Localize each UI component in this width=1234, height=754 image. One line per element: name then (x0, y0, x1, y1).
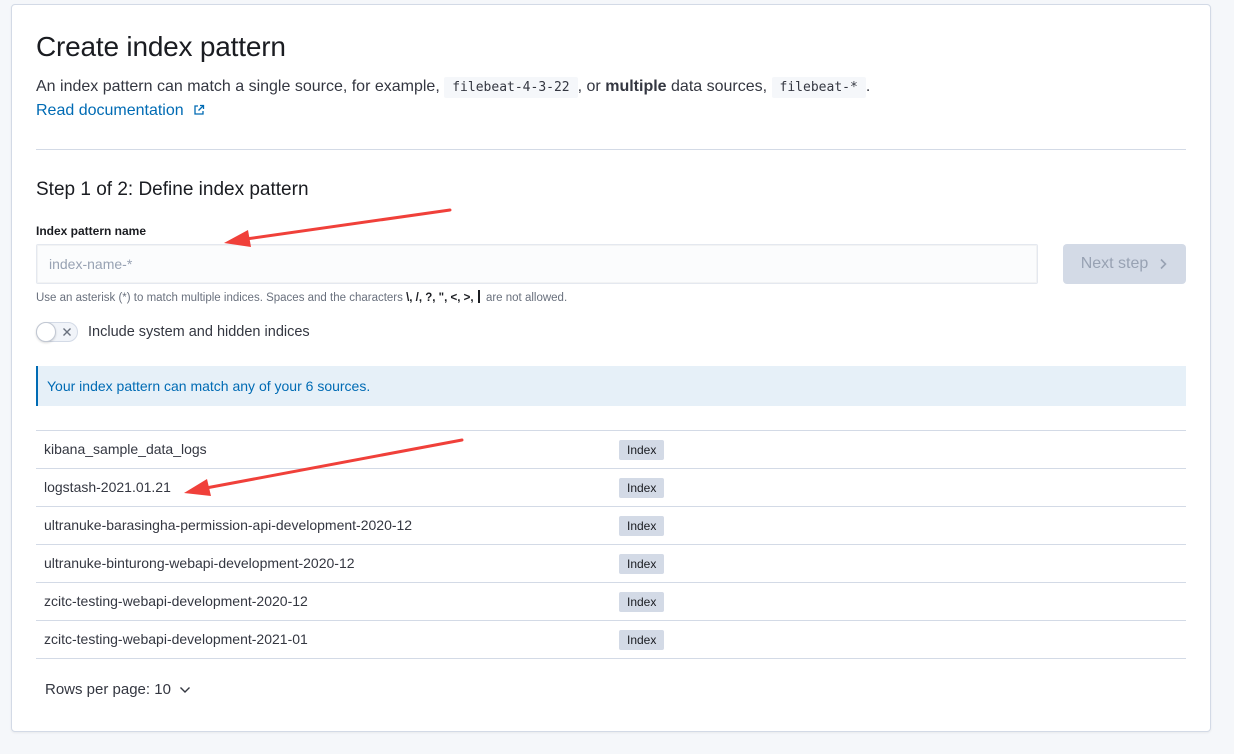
description-bold: multiple (605, 78, 667, 95)
read-documentation-link[interactable]: Read documentation (36, 102, 205, 120)
table-row: zcitc-testing-webapi-development-2021-01… (36, 621, 1186, 659)
index-pattern-name-input[interactable] (36, 244, 1038, 284)
table-row: ultranuke-binturong-webapi-development-2… (36, 545, 1186, 583)
index-name: logstash-2021.01.21 (44, 479, 171, 495)
index-name: ultranuke-binturong-webapi-development-2… (44, 555, 355, 571)
index-type-badge: Index (619, 440, 665, 460)
chevron-down-icon (179, 686, 190, 693)
table-row: kibana_sample_data_logs Index (36, 431, 1186, 469)
include-hidden-indices-label[interactable]: Include system and hidden indices (88, 324, 310, 340)
index-pattern-name-label: Index pattern name (36, 224, 147, 238)
toggle-knob (36, 322, 56, 342)
index-type-badge: Index (619, 630, 665, 650)
callout-text: Your index pattern can match any of your… (47, 378, 371, 394)
rows-per-page-selector[interactable]: Rows per page: 10 (45, 681, 191, 698)
pipe-char-glyph (477, 290, 480, 303)
external-link-icon (194, 104, 205, 115)
description-prefix: An index pattern can match a single sour… (36, 78, 440, 95)
page-description: An index pattern can match a single sour… (36, 77, 871, 98)
example-multiple-sources: filebeat-* (771, 77, 866, 98)
next-step-button[interactable]: Next step (1063, 244, 1186, 284)
description-middle: , or (577, 78, 601, 95)
input-help-text: Use an asterisk (*) to match multiple in… (36, 290, 567, 304)
index-name: zcitc-testing-webapi-development-2020-12 (44, 593, 308, 609)
page-title: Create index pattern (36, 31, 286, 62)
index-type-badge: Index (619, 592, 665, 612)
help-prefix: Use an asterisk (*) to match multiple in… (36, 292, 403, 304)
create-index-pattern-panel: Create index pattern An index pattern ca… (11, 4, 1211, 732)
index-type-badge: Index (619, 516, 665, 536)
header-divider (36, 149, 1186, 150)
index-name: zcitc-testing-webapi-development-2021-01 (44, 631, 308, 647)
description-end: . (865, 78, 871, 95)
step-title: Step 1 of 2: Define index pattern (36, 179, 309, 200)
next-step-label: Next step (1080, 255, 1149, 272)
index-type-badge: Index (619, 554, 665, 574)
index-name: kibana_sample_data_logs (44, 441, 207, 457)
chevron-right-icon (1160, 258, 1167, 270)
read-documentation-label: Read documentation (36, 102, 184, 119)
match-sources-callout: Your index pattern can match any of your… (36, 366, 1186, 406)
matching-indices-table: kibana_sample_data_logs Index logstash-2… (36, 430, 1186, 659)
description-after-bold: data sources, (671, 78, 768, 95)
example-single-source: filebeat-4-3-22 (444, 77, 578, 98)
table-row: logstash-2021.01.21 Index (36, 469, 1186, 507)
help-forbidden-chars: \, /, ?, ", <, >, (406, 292, 474, 304)
rows-per-page-label: Rows per page: 10 (45, 681, 171, 698)
cross-icon (63, 328, 71, 336)
table-row: ultranuke-barasingha-permission-api-deve… (36, 507, 1186, 545)
include-hidden-indices-toggle[interactable] (36, 322, 78, 342)
index-name: ultranuke-barasingha-permission-api-deve… (44, 517, 413, 533)
index-type-badge: Index (619, 478, 665, 498)
help-suffix: are not allowed. (485, 292, 568, 304)
table-row: zcitc-testing-webapi-development-2020-12… (36, 583, 1186, 621)
